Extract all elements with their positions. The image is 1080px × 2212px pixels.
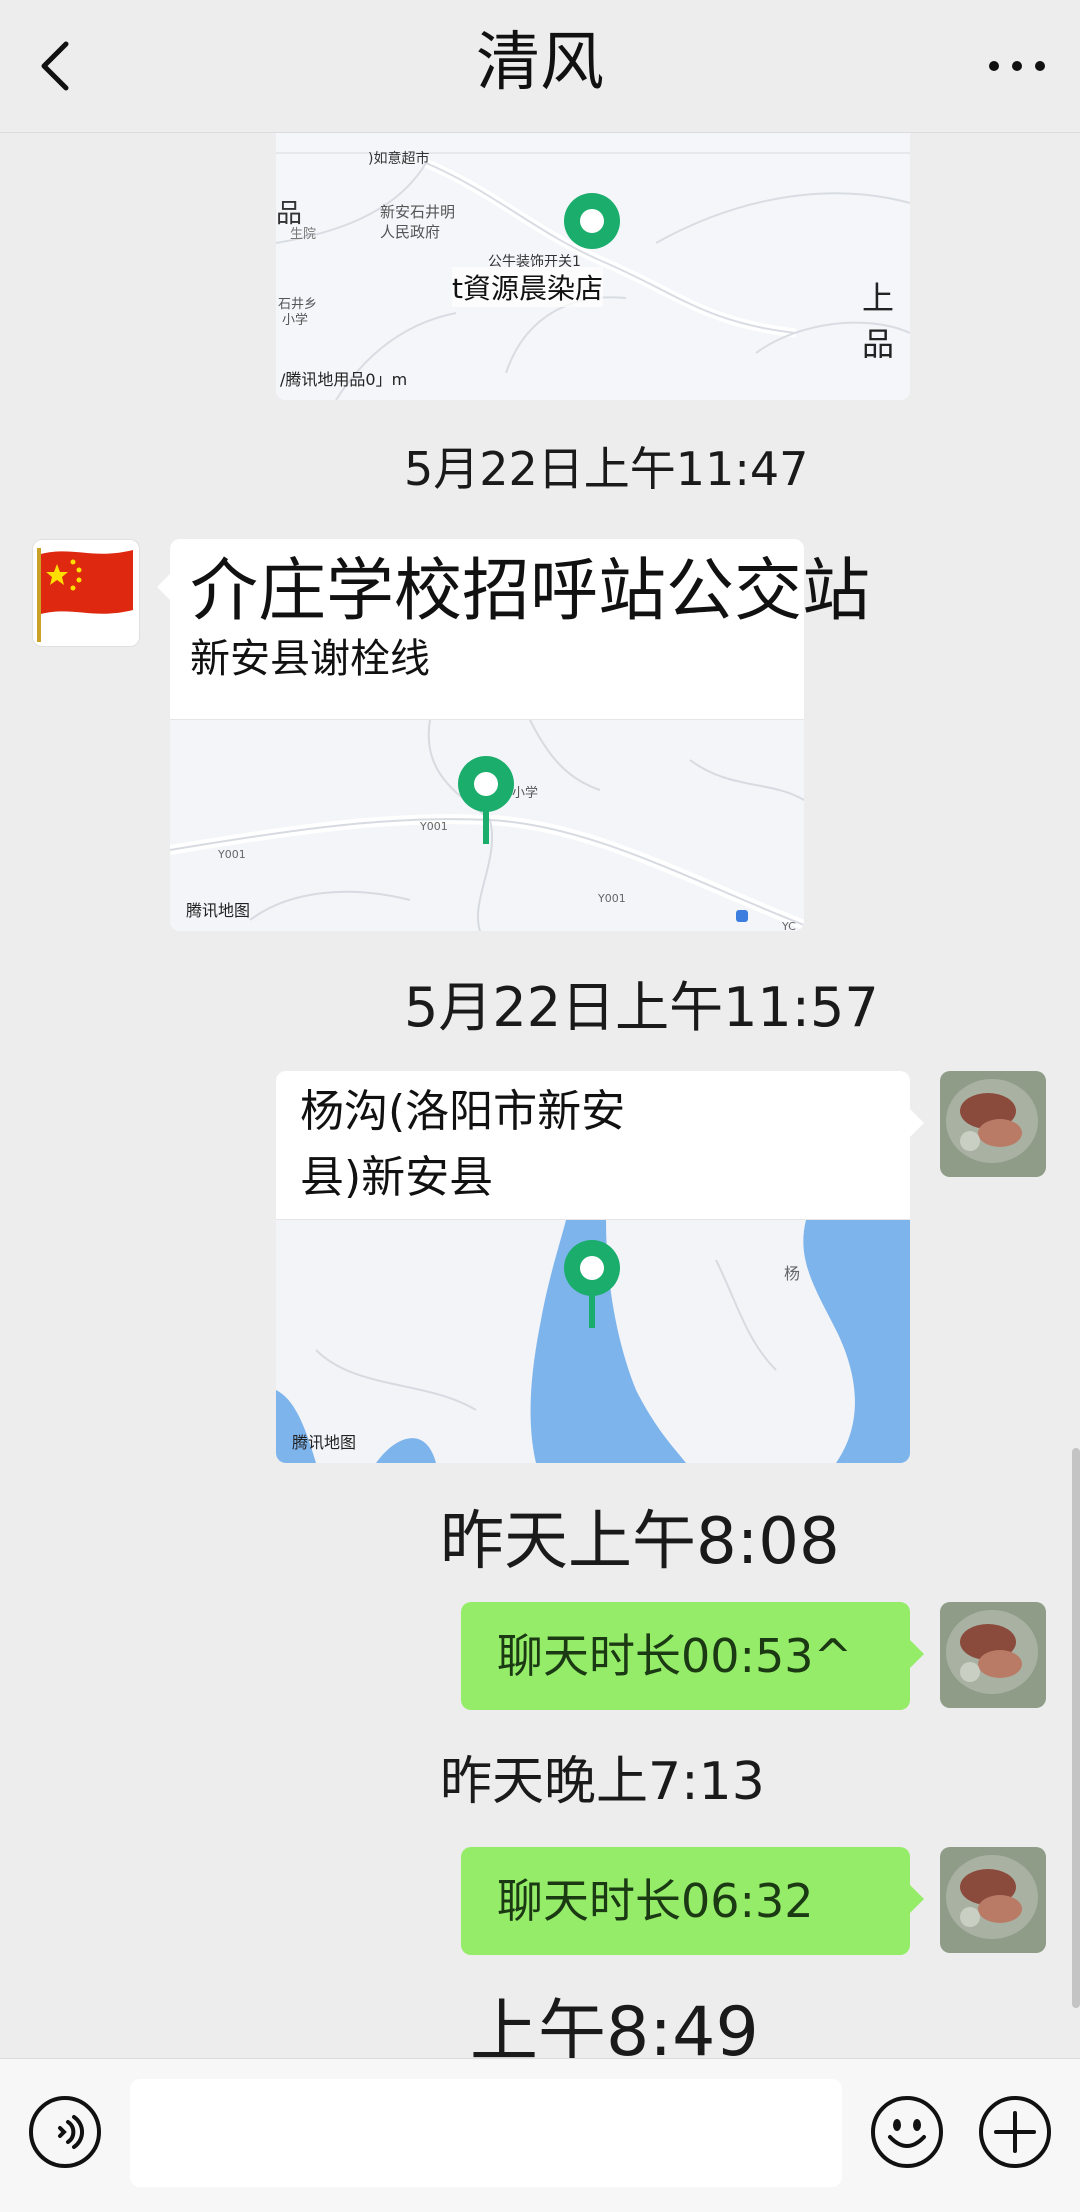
map-label-town: 杨 [784,1264,801,1283]
message-list[interactable]: )如意超市 新安石井明 人民政府 品 生院 ​石井乡 ​小学 公牛装饰开关1 t… [0,133,1080,2058]
bubble-tail [157,573,171,601]
map-label-pin-right: 上品 [862,279,895,363]
emoji-icon[interactable] [870,2095,944,2169]
bubble-tail [910,1109,924,1137]
my-avatar[interactable] [940,1847,1046,1953]
more-dots-icon[interactable] [982,34,1052,98]
my-avatar[interactable] [940,1602,1046,1708]
avatar-image [940,1602,1046,1708]
road-label: Y001 [420,820,448,833]
map-caption: 腾讯地图 [186,901,251,920]
chat-header: 清风 [0,0,1080,133]
map-thumbnail: 杨 腾讯地图 [276,1220,910,1463]
road-label: Y001 [218,848,246,861]
location-title-line2: 县)新安县 [300,1152,494,1203]
map-caption: /腾讯地用品0」m [280,370,408,389]
plus-icon[interactable] [978,2095,1052,2169]
avatar-image [940,1071,1046,1177]
road-label: Y001 [598,892,626,905]
location-card-2[interactable]: 介庄学校招呼站公交站 新安县谢栓线 Y001 Y001 Y001 YC 小学 腾… [170,539,870,931]
map-label-shop: t資源晨染店 [452,267,603,307]
chat-title: 清风 [476,26,604,100]
call-duration-bubble-1[interactable]: 聊天时长00:53^ [461,1602,910,1710]
bubble-tail [910,1885,924,1913]
input-bar [0,2058,1080,2212]
message-input[interactable] [130,2079,842,2187]
map-pin-icon [564,1240,620,1328]
location-card-1[interactable]: )如意超市 新安石井明 人民政府 品 生院 ​石井乡 ​小学 公牛装饰开关1 t… [276,133,910,400]
china-flag-icon [37,548,133,642]
map-label-school-b: ​小学 [282,313,309,328]
map-label-left-b: 生院 [290,227,317,242]
scrollbar[interactable] [1072,1448,1080,2008]
map-pin-icon [564,193,620,249]
map-label-gov2: 人民政府 [380,223,441,241]
contact-avatar[interactable] [32,539,140,647]
timestamp-1: 5月22日上午11:47 [404,442,809,496]
map-label-gov: 新安石井明 [380,203,456,221]
location-card-3[interactable]: 杨沟(洛阳市新安 县)新安县 杨 腾讯地图 [276,1071,910,1463]
road-label: YC [782,920,796,931]
location-title-line1: 杨沟(洛阳市新安 [300,1086,626,1137]
timestamp-2: 5月22日上午11:57 [404,976,879,1039]
location-subtitle: 新安县谢栓线 [190,636,430,682]
timestamp-5: 上午8:49 [470,1993,759,2058]
map-caption: 腾讯地图 [292,1433,357,1452]
call-duration-bubble-2[interactable]: 聊天时长06:32 [461,1847,910,1955]
map-label-supermarket: )如意超市 [368,151,430,167]
location-title: 介庄学校招呼站公交站 [190,552,871,631]
avatar-image [940,1847,1046,1953]
bus-stop-icon [736,910,748,922]
my-avatar[interactable] [940,1071,1046,1177]
map-thumbnail: Y001 Y001 Y001 YC 小学 腾讯地图 [170,720,804,931]
voice-icon[interactable] [28,2095,102,2169]
bubble-tail [910,1640,924,1668]
timestamp-3: 昨天上午8:08 [440,1505,840,1579]
map-thumbnail: )如意超市 新安石井明 人民政府 品 生院 ​石井乡 ​小学 公牛装饰开关1 t… [276,133,910,400]
map-pin-icon [458,756,514,844]
timestamp-4: 昨天晚上7:13 [440,1752,765,1812]
